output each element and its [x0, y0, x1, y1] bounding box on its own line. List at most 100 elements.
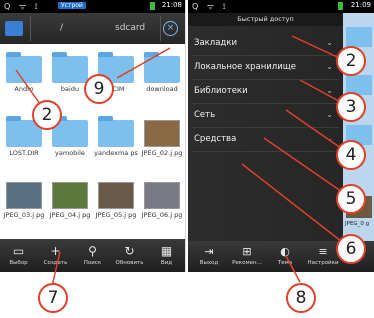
callout-badge: 4 — [336, 140, 366, 170]
folder-tile[interactable]: yandexma ps — [94, 116, 138, 157]
photo-tile[interactable]: JPEG_05.j pg — [94, 182, 138, 219]
toolbar-button-refresh[interactable]: ↻ Обновить — [111, 239, 148, 272]
drawer-item[interactable]: Библиотеки ⌄ — [188, 80, 343, 104]
callout-badge: 9 — [84, 74, 114, 104]
divider — [30, 16, 31, 41]
drawer-item[interactable]: Локальное хранилище ⌄ — [188, 56, 343, 80]
folder-icon — [52, 52, 88, 83]
drawer-item[interactable]: Закладки ⌄ — [188, 32, 343, 56]
callout-badge: 3 — [336, 92, 366, 122]
theme-icon: ◐ — [280, 245, 290, 258]
callout-badge: 8 — [286, 283, 316, 313]
file-name: JPEG_03.j pg — [3, 211, 45, 219]
peek-file-label: JPEG_0 g — [345, 221, 370, 227]
folder-icon — [144, 52, 180, 83]
photo-tile[interactable]: JPEG_04.j pg — [48, 182, 92, 219]
grid-icon: ▦ — [160, 244, 173, 258]
drawer-item[interactable]: Средства ⌄ — [188, 128, 343, 152]
photo-tile[interactable]: JPEG_06.j pg — [140, 182, 184, 219]
path-bar: / sdcard × — [0, 13, 185, 44]
file-name: JPEG_05.j pg — [95, 211, 137, 219]
status-bar: Q ᯤ ⟟ Устрой 21:08 — [0, 0, 185, 13]
file-name: Andro — [14, 85, 34, 93]
chevron-down-icon[interactable]: ⌄ — [326, 62, 333, 71]
toolbar-button-search[interactable]: ⚲ Поиск — [74, 239, 111, 272]
quick-access-drawer: Закладки ⌄ Локальное хранилище ⌄ Библиотеки ⌄… — [188, 26, 343, 241]
breadcrumb-root[interactable]: / — [60, 23, 63, 33]
file-name: JPEG_02.j pg — [141, 149, 183, 157]
chevron-down-icon[interactable]: ⌄ — [326, 86, 333, 95]
drawer-item-label: Закладки — [194, 38, 237, 48]
file-manager-screen: Q ᯤ ⟟ Устрой 21:08 / sdcard × Andro baidu… — [0, 0, 186, 272]
callout-badge: 2 — [32, 100, 62, 130]
folder-icon — [6, 52, 42, 83]
drawer-item-label: Средства — [194, 134, 237, 144]
status-bar: Q ᯤ ⟟ 21:09 — [188, 0, 374, 13]
photo-thumbnail — [52, 182, 88, 209]
toolbar-label: Вид — [160, 260, 173, 266]
close-icon[interactable]: × — [163, 21, 178, 36]
file-name: yamobile — [55, 149, 85, 157]
photo-tile[interactable]: JPEG_02.j pg — [140, 120, 184, 157]
folder-icon — [98, 116, 134, 147]
divider — [192, 151, 339, 152]
divider — [160, 16, 161, 41]
callout-badge: 2 — [336, 46, 366, 76]
photo-tile[interactable]: JPEG_03.j pg — [2, 182, 46, 219]
callout-badge: 5 — [336, 184, 366, 214]
photo-thumbnail — [98, 182, 134, 209]
toolbar-label: Настройки — [307, 260, 339, 266]
plus-icon: + — [50, 244, 61, 258]
select-icon: ▭ — [12, 244, 25, 258]
folder-tile[interactable]: Andro — [2, 52, 46, 93]
photo-thumbnail — [144, 120, 180, 147]
battery-icon — [338, 2, 343, 10]
toolbar-button-select[interactable]: ▭ Выбор — [0, 239, 37, 272]
callout-badge: 6 — [336, 234, 366, 264]
chevron-down-icon[interactable]: ⌄ — [326, 38, 333, 47]
toolbar-label: Обновить — [115, 260, 144, 266]
bottom-toolbar: ▭ Выбор + Создать ⚲ Поиск ↻ Обновить ▦ Вид — [0, 239, 185, 272]
toolbar-button-theme[interactable]: ◐ Тема — [266, 241, 304, 272]
callout-badge: 7 — [38, 283, 68, 313]
refresh-icon: ↻ — [124, 244, 135, 258]
file-name: LOST.DIR — [9, 149, 39, 157]
photo-thumbnail — [6, 182, 42, 209]
gift-icon: ⊞ — [242, 245, 252, 258]
status-time: 21:08 — [161, 1, 182, 9]
toolbar-label: Рекомен... — [232, 260, 262, 266]
chevron-down-icon[interactable]: ⌄ — [326, 134, 333, 143]
toolbar-label: Создать — [43, 260, 68, 266]
status-icons: Q ᯤ ⟟ — [192, 2, 229, 11]
toolbar-label: Выход — [199, 260, 219, 266]
toolbar-button-grid[interactable]: ▦ Вид — [148, 239, 185, 272]
drawer-item-label: Локальное хранилище — [194, 62, 296, 72]
toolbar-label: Тема — [277, 260, 293, 266]
breadcrumb-sdcard[interactable]: sdcard — [115, 23, 145, 33]
exit-icon: ⇥ — [204, 245, 214, 258]
drawer-title: Быстрый доступ — [188, 13, 343, 26]
home-folder-button[interactable] — [5, 21, 23, 36]
toolbar-label: Выбор — [9, 260, 28, 266]
folder-tile[interactable]: download — [140, 52, 184, 93]
battery-icon — [150, 2, 155, 10]
file-name: JPEG_04.j pg — [49, 211, 91, 219]
search-icon: ⚲ — [88, 244, 97, 258]
drawer-item-label: Сеть — [194, 110, 216, 120]
file-name: yandexma ps — [94, 149, 138, 157]
photo-thumbnail — [144, 182, 180, 209]
app-badge: Устрой — [58, 2, 86, 9]
toolbar-button-gift[interactable]: ⊞ Рекомен... — [228, 241, 266, 272]
chevron-down-icon[interactable]: ⌄ — [326, 110, 333, 119]
toolbar-label: Поиск — [83, 260, 102, 266]
status-time: 21:09 — [350, 1, 371, 9]
drawer-item-label: Библиотеки — [194, 86, 248, 96]
folder-icon — [346, 27, 372, 47]
toolbar-button-exit[interactable]: ⇥ Выход — [190, 241, 228, 272]
drawer-item[interactable]: Сеть ⌄ — [188, 104, 343, 128]
screenshot-stage: Q ᯤ ⟟ Устрой 21:08 / sdcard × Andro baidu… — [0, 0, 374, 318]
status-icons: Q ᯤ ⟟ — [4, 2, 41, 11]
toolbar-button-plus[interactable]: + Создать — [37, 239, 74, 272]
file-name: JPEG_06.j pg — [141, 211, 183, 219]
quick-access-screen: Q ᯤ ⟟ 21:09 Быстрый доступ Закладки ⌄ Лока… — [188, 0, 374, 272]
